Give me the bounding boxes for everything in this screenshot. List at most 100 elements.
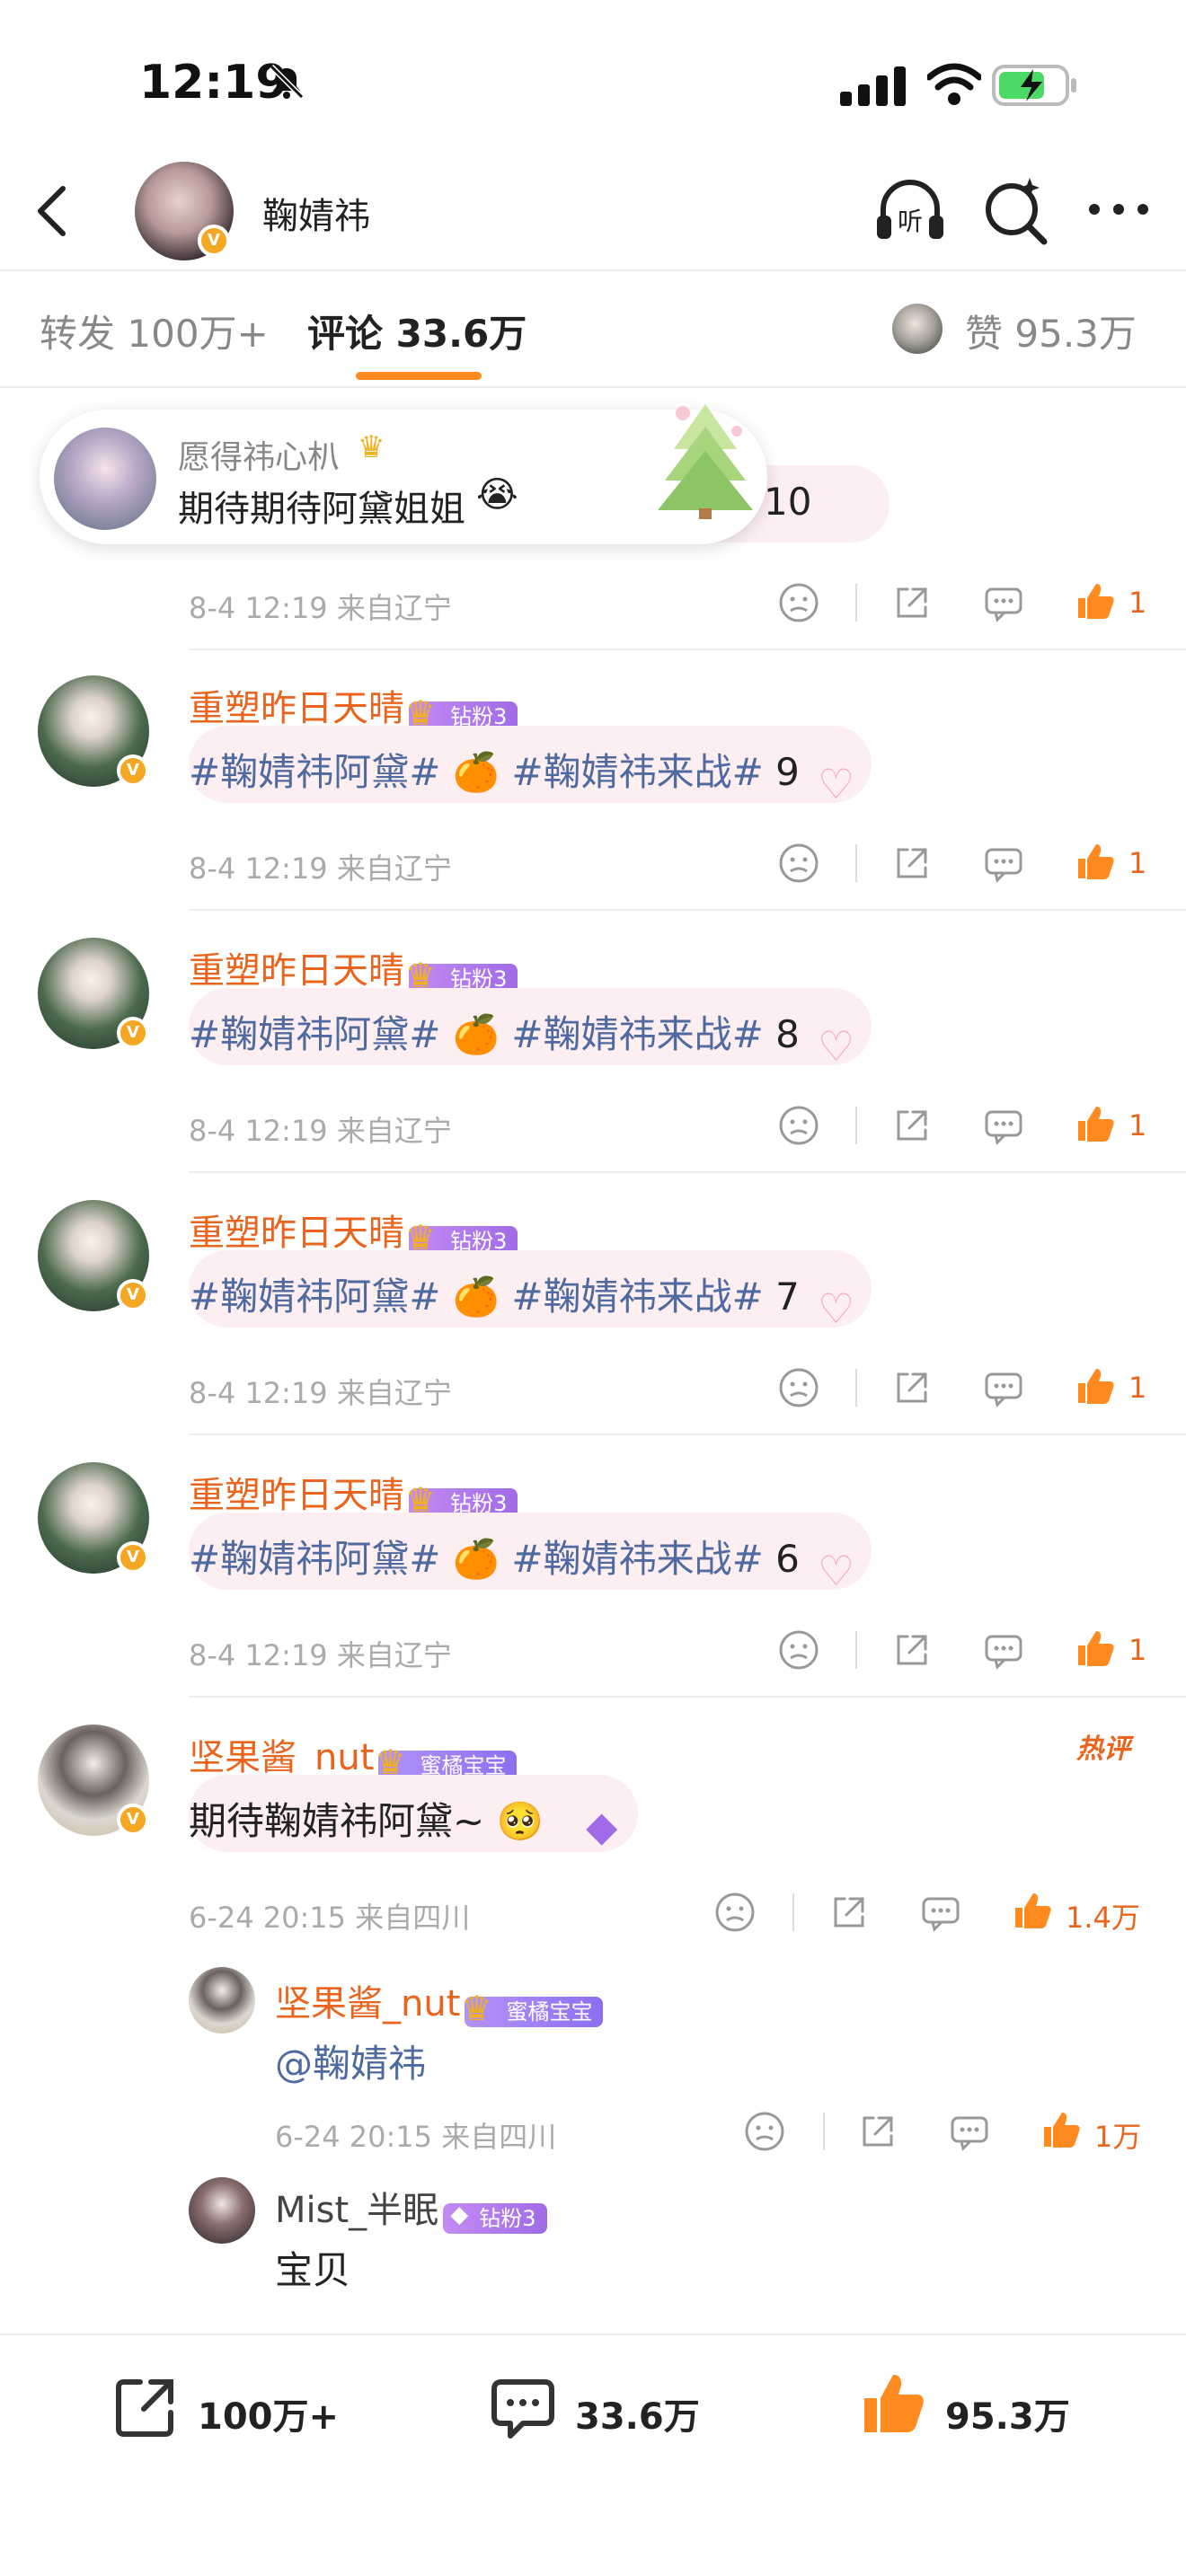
like-thumb-icon[interactable] — [1073, 1101, 1118, 1146]
comment-text: #鞠婧祎阿黛# 🍊 #鞠婧祎来战# 8 — [189, 1004, 800, 1059]
comment-location: 来自四川 — [355, 1901, 471, 1935]
dislike-face-icon[interactable] — [742, 2109, 787, 2154]
like-thumb-icon[interactable] — [1073, 1363, 1118, 1408]
comment-user-name[interactable]: 重塑昨日天晴 — [189, 688, 404, 729]
gem-decoration-icon: ◆ — [586, 1802, 618, 1850]
comment-time: 8-4 12:19 — [189, 1114, 328, 1148]
heart-decoration-icon: ♡ — [818, 1284, 855, 1333]
comment-user-name[interactable]: 重塑昨日天晴 — [189, 1213, 404, 1254]
comment-time: 8-4 12:19 — [189, 851, 328, 886]
listen-headphone-icon[interactable]: 听 — [870, 169, 951, 250]
topic-link[interactable]: #鞠婧祎阿黛# — [189, 1012, 440, 1056]
reply-text[interactable]: @鞠婧祎 — [275, 2033, 426, 2088]
reply-avatar[interactable] — [189, 1967, 255, 2033]
share-icon[interactable] — [890, 1103, 934, 1148]
comment-text-body: 期待鞠婧祎阿黛~ — [189, 1799, 485, 1843]
reply-user-name[interactable]: Mist_半眠 — [275, 2190, 438, 2231]
reply-user-name[interactable]: 坚果酱_nut — [275, 1983, 460, 2025]
wifi-icon — [927, 63, 981, 105]
like-thumb-icon[interactable] — [857, 2368, 929, 2439]
share-icon[interactable] — [890, 580, 934, 625]
comment-count[interactable]: 33.6万 — [575, 2387, 700, 2439]
reply-location: 来自四川 — [441, 2120, 557, 2154]
tab-repost-count: 100万+ — [127, 312, 269, 356]
like-count-total[interactable]: 95.3万 — [945, 2387, 1070, 2439]
heart-decoration-icon: ♡ — [818, 1547, 855, 1595]
comment-meta: 8-4 12:19 来自辽宁 — [189, 1633, 452, 1674]
orange-emoji-icon: 🍊 — [452, 1012, 500, 1056]
bottom-action-bar — [0, 2333, 1186, 2576]
comment-icon[interactable] — [487, 2371, 559, 2443]
comment-separator — [189, 648, 1186, 650]
tab-repost-label: 转发 — [40, 312, 116, 356]
comment-header: 重塑昨日天晴 ♛ 钻粉3 — [189, 941, 518, 995]
topic-link[interactable]: #鞠婧祎阿黛# — [189, 1275, 440, 1319]
dislike-face-icon[interactable] — [776, 841, 821, 886]
share-icon[interactable] — [890, 1365, 934, 1410]
comment-header: 坚果酱_nut ♛ 蜜橘宝宝 — [189, 1728, 518, 1782]
reply-icon[interactable] — [947, 2109, 992, 2154]
tab-likes-label: 赞 — [965, 312, 1004, 356]
verified-badge: V — [117, 754, 149, 787]
like-count: 1 — [1128, 1371, 1147, 1405]
share-icon[interactable] — [855, 2109, 900, 2154]
pleading-emoji-icon: 🥺 — [496, 1799, 544, 1843]
reply-icon[interactable] — [981, 1628, 1026, 1672]
search-sparkle-icon[interactable] — [974, 169, 1055, 250]
topic-link[interactable]: #鞠婧祎来战# — [511, 1537, 763, 1581]
like-thumb-icon[interactable] — [1073, 578, 1118, 623]
comment-meta: 6-24 20:15 来自四川 — [189, 1895, 470, 1936]
more-dots-icon[interactable] — [1078, 169, 1159, 250]
comment-text: #鞠婧祎阿黛# 🍊 #鞠婧祎来战# 6 — [189, 1529, 800, 1584]
diamond-icon: ◆ — [450, 2201, 469, 2228]
topic-link[interactable]: #鞠婧祎来战# — [511, 1275, 763, 1319]
verified-badge: V — [117, 1017, 149, 1049]
reply-icon[interactable] — [981, 1365, 1026, 1410]
action-separator — [855, 844, 857, 882]
dislike-face-icon[interactable] — [776, 1103, 821, 1148]
dislike-face-icon[interactable] — [776, 580, 821, 625]
comment-number: 6 — [775, 1537, 800, 1581]
back-chevron-icon[interactable] — [27, 180, 81, 243]
reply-avatar[interactable] — [189, 2177, 255, 2244]
reply-icon[interactable] — [981, 1103, 1026, 1148]
tab-repost[interactable]: 转发 100万+ — [40, 304, 269, 358]
topic-link[interactable]: #鞠婧祎阿黛# — [189, 1537, 440, 1581]
repost-count[interactable]: 100万+ — [198, 2387, 339, 2439]
comment-user-name[interactable]: 坚果酱_nut — [189, 1737, 374, 1778]
like-thumb-icon[interactable] — [1073, 1626, 1118, 1671]
comment-separator — [189, 1434, 1186, 1435]
topic-link[interactable]: #鞠婧祎来战# — [511, 1012, 763, 1056]
dislike-face-icon[interactable] — [776, 1365, 821, 1410]
comment-number: 8 — [775, 1012, 800, 1056]
topic-link[interactable]: #鞠婧祎阿黛# — [189, 750, 440, 794]
repost-icon[interactable] — [110, 2371, 181, 2443]
comment-user-name[interactable]: 重塑昨日天晴 — [189, 950, 404, 992]
like-thumb-icon[interactable] — [1039, 2107, 1084, 2152]
comment-number: 9 — [775, 750, 800, 794]
header-user-name[interactable]: 鞠婧祎 — [262, 187, 370, 239]
share-icon[interactable] — [890, 1628, 934, 1672]
reply-icon[interactable] — [981, 841, 1026, 886]
reply-icon[interactable] — [981, 580, 1026, 625]
topic-link[interactable]: #鞠婧祎来战# — [511, 750, 763, 794]
dislike-face-icon[interactable] — [776, 1628, 821, 1672]
share-icon[interactable] — [890, 841, 934, 886]
comment-header: 重塑昨日天晴 ♛ 钻粉3 — [189, 679, 518, 733]
reply-icon[interactable] — [918, 1890, 963, 1935]
tab-comments[interactable]: 评论 33.6万 — [307, 304, 527, 358]
comment-header: 重塑昨日天晴 ♛ 钻粉3 — [189, 1466, 518, 1520]
svg-text:听: 听 — [898, 207, 923, 236]
dislike-face-icon[interactable] — [712, 1890, 757, 1935]
comment-user-name[interactable]: 重塑昨日天晴 — [189, 1475, 404, 1516]
comment-location: 来自辽宁 — [336, 1376, 452, 1410]
tab-likes-count: 95.3万 — [1014, 312, 1137, 356]
verified-badge: V — [117, 1279, 149, 1311]
comment-location: 来自辽宁 — [336, 851, 452, 886]
like-thumb-icon[interactable] — [1010, 1888, 1055, 1933]
comment-time: 8-4 12:19 — [189, 1638, 328, 1672]
share-icon[interactable] — [827, 1890, 872, 1935]
like-thumb-icon[interactable] — [1073, 839, 1118, 884]
tab-likes[interactable]: 赞 95.3万 — [965, 304, 1137, 358]
reply-meta: 6-24 20:15 来自四川 — [275, 2114, 556, 2156]
